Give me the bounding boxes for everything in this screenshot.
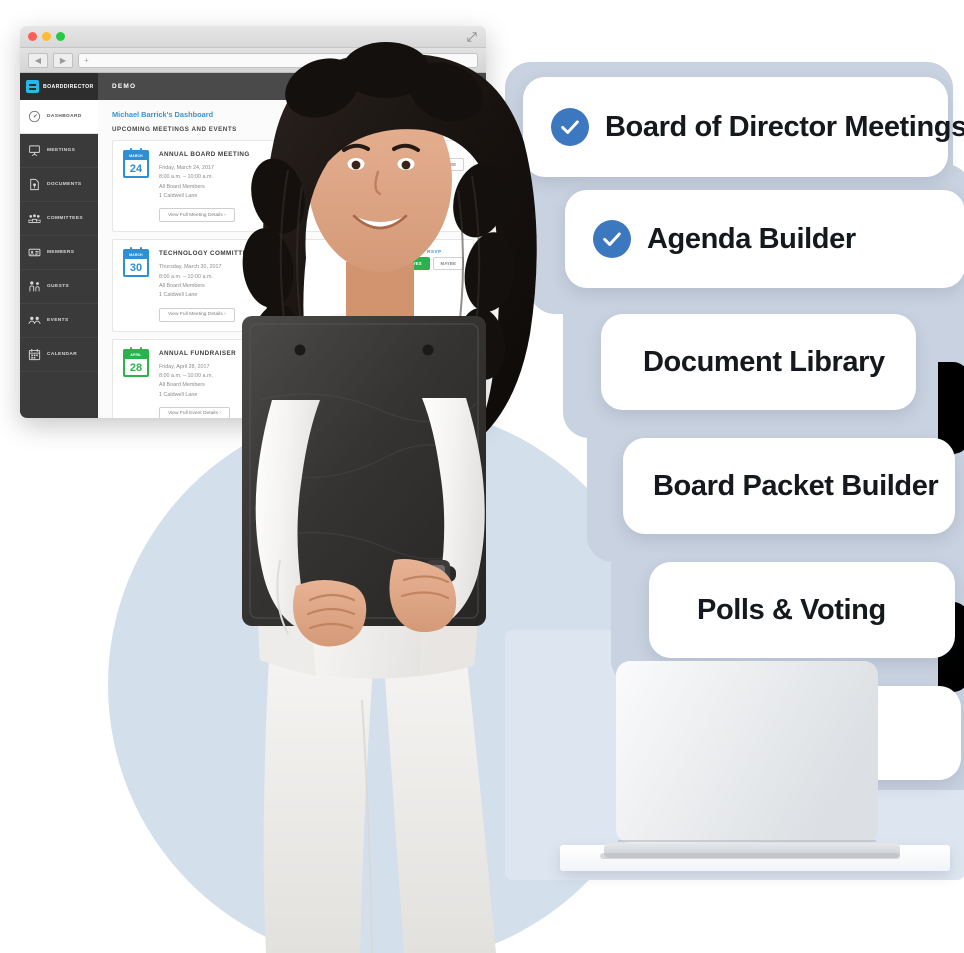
- boarddirector-logo-icon: [26, 80, 39, 93]
- sidebar-item-members[interactable]: MEMBERS: [20, 236, 98, 270]
- calendar-month: MARCH: [125, 152, 147, 160]
- sidebar-item-meetings[interactable]: MEETINGS: [20, 134, 98, 168]
- laptop-photo: [600, 661, 900, 859]
- forward-button[interactable]: ▶: [53, 52, 73, 68]
- calendar-badge: APRIL 28: [123, 346, 149, 377]
- calendar-month: MARCH: [125, 251, 147, 260]
- members-icon: [28, 248, 41, 257]
- sidebar-item-label: MEETINGS: [47, 148, 76, 153]
- sidebar-item-committees[interactable]: COMMITTEES: [20, 202, 98, 236]
- sidebar-item-events[interactable]: EVENTS: [20, 304, 98, 338]
- back-button[interactable]: ◀: [28, 52, 48, 68]
- feature-card-document-library[interactable]: Document Library: [601, 314, 916, 410]
- sidebar-item-calendar[interactable]: CALENDAR: [20, 338, 98, 372]
- calendar-badge: MARCH 30: [123, 247, 149, 278]
- app-sidebar: BOARDDIRECTOR DASHBOARD MEETINGS DOCUMEN…: [20, 73, 98, 418]
- dashboard-icon: [28, 110, 41, 123]
- sidebar-item-dashboard[interactable]: DASHBOARD: [20, 100, 98, 134]
- sidebar-item-guests[interactable]: GUESTS: [20, 270, 98, 304]
- feature-label: Document Library: [643, 345, 885, 378]
- documents-icon: [30, 178, 39, 191]
- brand-label: BOARDDIRECTOR: [43, 83, 94, 90]
- sidebar-item-label: DOCUMENTS: [47, 182, 82, 187]
- businesswoman-photo: [242, 42, 537, 953]
- feature-card-polls-and-voting[interactable]: Polls & Voting: [649, 562, 955, 658]
- sidebar-item-label: DASHBOARD: [47, 114, 82, 119]
- meetings-icon: [29, 145, 40, 156]
- calendar-day: 28: [129, 361, 143, 374]
- feature-label: Board of Director Meetings: [605, 110, 964, 143]
- zoom-icon[interactable]: [56, 32, 65, 41]
- feature-label: Board Packet Builder: [653, 469, 939, 502]
- calendar-month: APRIL: [125, 350, 147, 359]
- new-tab-icon[interactable]: +: [84, 56, 89, 65]
- calendar-badge: MARCH 24: [123, 148, 149, 178]
- topbar-label: DEMO: [112, 83, 137, 90]
- sidebar-item-label: GUESTS: [47, 284, 70, 289]
- minimize-icon[interactable]: [42, 32, 51, 41]
- calendar-day: 30: [129, 262, 143, 275]
- feature-card-agenda-builder[interactable]: Agenda Builder: [565, 190, 964, 288]
- feature-card-board-packet-builder[interactable]: Board Packet Builder: [623, 438, 955, 534]
- sidebar-item-label: MEMBERS: [47, 250, 75, 255]
- calendar-day: 24: [129, 163, 143, 175]
- sidebar-item-documents[interactable]: DOCUMENTS: [20, 168, 98, 202]
- close-icon[interactable]: [28, 32, 37, 41]
- events-icon: [28, 316, 41, 324]
- guests-icon: [29, 281, 40, 292]
- brand-logo[interactable]: BOARDDIRECTOR: [20, 73, 98, 100]
- calendar-icon: [28, 348, 41, 361]
- sidebar-item-label: CALENDAR: [47, 352, 78, 357]
- feature-label: Polls & Voting: [697, 593, 886, 626]
- hero-composition: Board of Director Meetings Agenda Builde…: [0, 0, 964, 953]
- committees-icon: [28, 214, 41, 224]
- sidebar-item-label: COMMITTEES: [47, 216, 83, 221]
- feature-label: Agenda Builder: [647, 222, 856, 255]
- sidebar-item-label: EVENTS: [47, 318, 69, 323]
